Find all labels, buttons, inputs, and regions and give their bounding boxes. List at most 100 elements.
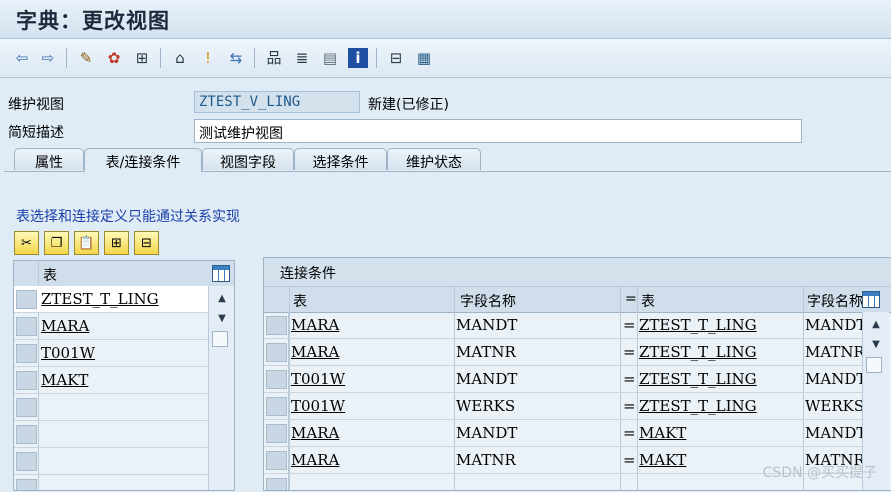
- cut-icon[interactable]: ✂: [14, 231, 39, 255]
- tables-list-scrollbar[interactable]: ▲ ▼: [208, 286, 234, 490]
- table-name-cell[interactable]: T001W: [41, 344, 95, 362]
- table2-cell[interactable]: ZTEST_T_LING: [639, 316, 757, 334]
- table-row[interactable]: [14, 475, 208, 490]
- table1-cell[interactable]: MARA: [291, 451, 339, 469]
- tab-attributes[interactable]: 属性: [14, 148, 84, 171]
- row-selector[interactable]: [16, 344, 37, 363]
- short-description-field[interactable]: 测试维护视图: [194, 119, 802, 143]
- row-selector[interactable]: [266, 424, 287, 443]
- table-row[interactable]: [14, 421, 208, 448]
- scroll-down-icon[interactable]: ▼: [863, 339, 889, 350]
- tables-list-header: 表: [14, 261, 234, 287]
- columns-icon[interactable]: ⊟: [386, 48, 406, 68]
- row-selector[interactable]: [266, 370, 287, 389]
- row-selector[interactable]: [266, 451, 287, 470]
- tables-header-label: 表: [43, 268, 57, 284]
- scroll-thumb[interactable]: [866, 357, 882, 373]
- watermark: CSDN @买买提子: [762, 465, 877, 481]
- insert-row-icon[interactable]: ⊞: [104, 231, 129, 255]
- header-table1: 表: [293, 294, 307, 310]
- eq-cell: =: [623, 424, 636, 442]
- table2-cell[interactable]: ZTEST_T_LING: [639, 343, 757, 361]
- eq-cell: =: [623, 397, 636, 415]
- field1-cell: MANDT: [456, 370, 518, 388]
- field2-cell: MANDT: [805, 424, 867, 442]
- table-row[interactable]: MARA: [14, 313, 208, 340]
- view-status: 新建(已修正): [368, 97, 449, 113]
- table-row[interactable]: [14, 394, 208, 421]
- join-conditions-title-bar: 连接条件: [264, 258, 891, 287]
- paste-icon[interactable]: 📋: [74, 231, 99, 255]
- table1-cell[interactable]: MARA: [291, 424, 339, 442]
- table-row[interactable]: [14, 448, 208, 475]
- tab-selection-conditions[interactable]: 选择条件: [294, 148, 387, 171]
- where-used-icon[interactable]: ⌂: [170, 48, 190, 68]
- table1-cell[interactable]: MARA: [291, 343, 339, 361]
- display-change-icon[interactable]: ✎: [76, 48, 96, 68]
- table-name-cell[interactable]: ZTEST_T_LING: [41, 290, 159, 308]
- forward-icon[interactable]: ⇨: [38, 48, 58, 68]
- scroll-down-icon[interactable]: ▼: [209, 313, 234, 324]
- field1-cell: MATNR: [456, 343, 516, 361]
- row-selector[interactable]: [16, 452, 37, 471]
- table1-cell[interactable]: MARA: [291, 316, 339, 334]
- scroll-thumb[interactable]: [212, 331, 228, 347]
- table2-cell[interactable]: MAKT: [639, 424, 686, 442]
- row-selector[interactable]: [16, 290, 37, 309]
- row-selector[interactable]: [266, 478, 287, 490]
- toolbar-separator: [254, 48, 255, 68]
- table-row[interactable]: MARA MANDT = MAKT MANDT: [264, 420, 866, 447]
- table-row[interactable]: MARA MANDT = ZTEST_T_LING MANDT: [264, 312, 866, 339]
- column-settings-icon[interactable]: [212, 265, 230, 282]
- back-icon[interactable]: ⇦: [12, 48, 32, 68]
- title-bar: 字典：更改视图: [0, 0, 891, 39]
- documentation-icon[interactable]: ≣: [292, 48, 312, 68]
- field1-cell: MANDT: [456, 424, 518, 442]
- info-icon[interactable]: i: [348, 48, 368, 68]
- scroll-up-icon[interactable]: ▲: [209, 293, 234, 304]
- row-selector[interactable]: [266, 397, 287, 416]
- table1-cell[interactable]: T001W: [291, 397, 345, 415]
- row-selector[interactable]: [16, 398, 37, 417]
- window-title: 字典：更改视图: [16, 8, 170, 33]
- row-selector[interactable]: [16, 425, 37, 444]
- object-list-icon[interactable]: ǃ: [198, 48, 218, 68]
- table-name-cell[interactable]: MAKT: [41, 371, 88, 389]
- tab-tables-join-conditions[interactable]: 表/连接条件: [84, 148, 202, 172]
- table2-cell[interactable]: MAKT: [639, 451, 686, 469]
- field1-cell: MATNR: [456, 451, 516, 469]
- hierarchy-icon[interactable]: 品: [264, 48, 284, 68]
- view-name-field[interactable]: ZTEST_V_LING: [194, 91, 360, 113]
- table-icon[interactable]: ▦: [414, 48, 434, 68]
- table2-cell[interactable]: ZTEST_T_LING: [639, 370, 757, 388]
- tab-maintenance-status[interactable]: 维护状态: [387, 148, 481, 171]
- row-selector[interactable]: [266, 343, 287, 362]
- tab-view-fields[interactable]: 视图字段: [202, 148, 294, 171]
- row-selector[interactable]: [16, 479, 37, 490]
- table-name-cell[interactable]: MARA: [41, 317, 89, 335]
- layout-icon[interactable]: ▤: [320, 48, 340, 68]
- activate-icon[interactable]: ✿: [104, 48, 124, 68]
- row-selector[interactable]: [266, 316, 287, 335]
- table-row[interactable]: ZTEST_T_LING: [14, 286, 208, 313]
- table2-cell[interactable]: ZTEST_T_LING: [639, 397, 757, 415]
- row-selector[interactable]: [16, 317, 37, 336]
- table-row[interactable]: MAKT: [14, 367, 208, 394]
- delete-row-icon[interactable]: ⊟: [134, 231, 159, 255]
- column-settings-icon[interactable]: [862, 291, 880, 308]
- table-row[interactable]: T001W MANDT = ZTEST_T_LING MANDT: [264, 366, 866, 393]
- row-selector[interactable]: [16, 371, 37, 390]
- navigate-icon[interactable]: ⇆: [226, 48, 246, 68]
- table-row[interactable]: MARA MATNR = ZTEST_T_LING MATNR: [264, 339, 865, 366]
- table-row[interactable]: T001W WERKS = ZTEST_T_LING WERKS: [264, 393, 864, 420]
- table-row[interactable]: T001W: [14, 340, 208, 367]
- application-toolbar: ⇦ ⇨ ✎ ✿ ⊞ ⌂ ǃ ⇆ 品 ≣ ▤ i ⊟ ▦: [0, 39, 891, 78]
- check-icon[interactable]: ⊞: [132, 48, 152, 68]
- field2-cell: MANDT: [805, 316, 867, 334]
- eq-cell: =: [623, 343, 636, 361]
- copy-icon[interactable]: ❐: [44, 231, 69, 255]
- select-all-cell[interactable]: [14, 261, 39, 286]
- field2-cell: MATNR: [805, 343, 865, 361]
- scroll-up-icon[interactable]: ▲: [863, 319, 889, 330]
- table1-cell[interactable]: T001W: [291, 370, 345, 388]
